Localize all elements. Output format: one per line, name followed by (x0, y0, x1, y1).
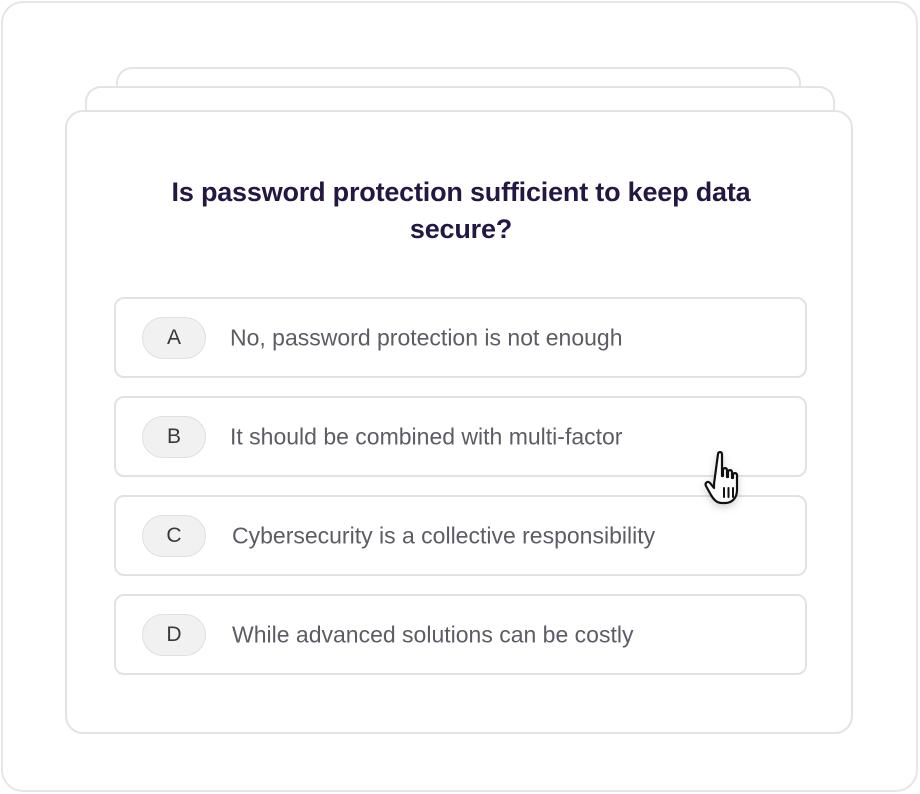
quiz-card: Is password protection sufficient to kee… (65, 110, 853, 734)
option-c[interactable]: C Cybersecurity is a collective responsi… (114, 495, 807, 576)
option-label: Cybersecurity is a collective responsibi… (232, 522, 656, 548)
option-d[interactable]: D While advanced solutions can be costly (114, 594, 807, 675)
hand-pointer-icon (704, 451, 739, 505)
option-a[interactable]: A No, password protection is not enough (114, 297, 807, 378)
option-letter-badge: C (142, 514, 206, 557)
option-letter-badge: A (142, 316, 206, 359)
option-letter-badge: D (142, 613, 206, 656)
option-letter-badge: B (142, 415, 206, 458)
option-label: While advanced solutions can be costly (232, 621, 634, 647)
option-label: It should be combined with multi-factor (230, 423, 623, 449)
option-label: No, password protection is not enough (230, 324, 623, 350)
question-title: Is password protection sufficient to kee… (171, 177, 751, 244)
